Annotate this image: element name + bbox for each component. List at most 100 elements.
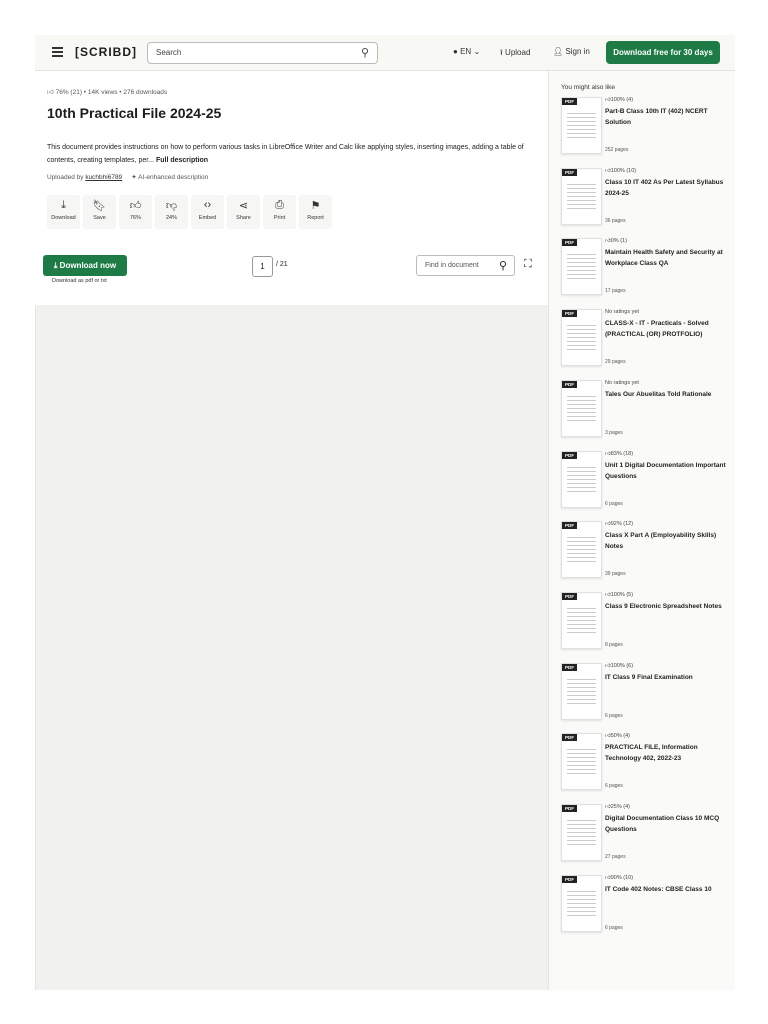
document-viewer[interactable] (35, 305, 549, 990)
recommended-document[interactable]: PDF No ratings yet Tales Our Abuelitas T… (561, 379, 736, 442)
document-title[interactable]: Digital Documentation Class 10 MCQ Quest… (605, 813, 730, 835)
action-bar: ⤓ Download 🔖︎ Save 👍︎ 76% 👎︎ 24% ‹› Embed ⋖ Share ⎙ P… (47, 195, 332, 229)
document-thumbnail[interactable]: PDF (561, 309, 602, 367)
upload-button[interactable]: ⭱ Upload (500, 47, 530, 61)
action-label: Print (273, 215, 286, 221)
pdf-badge: PDF (562, 239, 577, 247)
recommended-document[interactable]: PDF 👍︎90% (10) IT Code 402 Notes: CBSE C… (561, 874, 736, 937)
print-action-button[interactable]: ⎙ Print (263, 195, 296, 229)
sparkle-icon: ✦ (131, 174, 137, 181)
document-title[interactable]: Class 9 Electronic Spreadsheet Notes (605, 601, 730, 612)
document-thumbnail[interactable]: PDF (561, 733, 602, 791)
document-rating: 👍︎100% (5) (605, 592, 633, 598)
recommended-document[interactable]: PDF 👍︎100% (10) Class 10 IT 402 As Per L… (561, 167, 736, 230)
full-description-link[interactable]: Full description (156, 157, 208, 164)
document-rating: 👍︎0% (1) (605, 238, 627, 244)
recommended-document[interactable]: PDF 👍︎100% (6) IT Class 9 Final Examinat… (561, 662, 736, 725)
uploader-info: Uploaded by kuchbhi6789 ✦ AI-enhanced de… (47, 173, 208, 181)
document-title[interactable]: Class 10 IT 402 As Per Latest Syllabus 2… (605, 177, 730, 199)
document-thumbnail[interactable]: PDF (561, 167, 602, 225)
recommended-document[interactable]: PDF 👍︎0% (1) Maintain Health Safety and … (561, 238, 736, 300)
document-title[interactable]: Tales Our Abuelitas Told Rationale (605, 389, 730, 400)
thumbs-down-icon: 👎︎ (165, 200, 178, 212)
pdf-badge: PDF (562, 168, 577, 176)
document-title[interactable]: Part-B Class 10th IT (402) NCERT Solutio… (605, 106, 730, 128)
document-thumbnail[interactable]: PDF (561, 379, 602, 437)
rating-text: No ratings yet (605, 379, 639, 386)
hamburger-menu-icon[interactable] (52, 47, 63, 59)
recommended-document[interactable]: PDF 👍︎92% (12) Class X Part A (Employabi… (561, 521, 736, 583)
recommended-document[interactable]: PDF 👍︎25% (4) Digital Documentation Clas… (561, 804, 736, 866)
download-format-note: Download as pdf or txt (52, 278, 107, 284)
sign-in-button[interactable]: 👤︎ Sign in (553, 47, 590, 56)
document-title[interactable]: Unit 1 Digital Documentation Important Q… (605, 460, 730, 482)
rating-text: No ratings yet (605, 309, 639, 316)
document-rating: 👍︎92% (12) (605, 521, 633, 527)
download-free-button[interactable]: Download free for 30 days (606, 41, 720, 64)
document-thumbnail[interactable]: PDF (561, 97, 602, 154)
find-in-document-input[interactable]: Find in document ⚲ (416, 255, 515, 276)
language-selector[interactable]: ● EN ⌄ (453, 47, 480, 56)
rating-text: 100% (4) (610, 97, 634, 103)
fullscreen-icon[interactable]: ⛶ (524, 258, 532, 271)
recommended-document[interactable]: PDF No ratings yet CLASS-X - IT - Practi… (561, 309, 736, 371)
page-count: 3 pages (605, 429, 623, 436)
76-action-button[interactable]: 👍︎ 76% (119, 195, 152, 229)
document-rating: 👍︎100% (4) (605, 97, 633, 103)
document-thumbnail[interactable]: PDF (561, 662, 602, 720)
document-thumbnail[interactable]: PDF (561, 591, 602, 649)
document-thumbnail[interactable]: PDF (561, 521, 602, 579)
page-number-input[interactable]: 1 (252, 256, 273, 277)
download-now-button[interactable]: ⤓ Download now (43, 255, 127, 276)
uploaded-by-label: Uploaded by (47, 174, 84, 181)
document-thumbnail[interactable]: PDF (561, 804, 602, 861)
scribd-logo[interactable]: [SCRIBD] (75, 45, 137, 59)
recommended-document[interactable]: PDF 👍︎100% (4) Part-B Class 10th IT (402… (561, 97, 736, 159)
share-action-button[interactable]: ⋖ Share (227, 195, 260, 229)
search-icon[interactable]: ⚲ (361, 46, 369, 59)
page-count: 6 pages (605, 924, 623, 931)
embed-icon: ‹› (203, 199, 212, 211)
user-icon: 👤︎ (553, 47, 564, 56)
document-title[interactable]: PRACTICAL FILE, Information Technology 4… (605, 742, 730, 764)
document-title[interactable]: IT Code 402 Notes: CBSE Class 10 (605, 884, 730, 895)
download-icon: ⤓ (61, 199, 66, 211)
rating-text: 100% (10) (610, 167, 637, 174)
search-icon[interactable]: ⚲ (499, 259, 507, 272)
share-icon: ⋖ (238, 200, 249, 212)
report-action-button[interactable]: ⚑ Report (299, 195, 332, 229)
page-total: / 21 (276, 261, 288, 268)
document-title[interactable]: Maintain Health Safety and Security at W… (605, 247, 730, 269)
uploader-link[interactable]: kuchbhi6789 (85, 174, 122, 181)
document-thumbnail[interactable]: PDF (561, 450, 602, 508)
document-title[interactable]: IT Class 9 Final Examination (605, 672, 730, 683)
recommended-document[interactable]: PDF 👍︎83% (18) Unit 1 Digital Documentat… (561, 450, 736, 513)
24-action-button[interactable]: 👎︎ 24% (155, 195, 188, 229)
download-now-label: Download now (59, 261, 117, 270)
meta-text: 76% (21) • 14K views • 276 downloads (55, 89, 168, 96)
top-nav: [SCRIBD] Search ⚲ ● EN ⌄ ⭱ Upload 👤︎ Sign… (35, 35, 735, 71)
document-rating: No ratings yet (605, 309, 639, 315)
document-thumbnail[interactable]: PDF (561, 238, 602, 296)
sign-in-label: Sign in (565, 47, 590, 56)
upload-label: Upload (505, 48, 531, 57)
document-title[interactable]: Class X Part A (Employability Skills) No… (605, 530, 730, 552)
recommended-document[interactable]: PDF 👍︎100% (5) Class 9 Electronic Spread… (561, 591, 736, 654)
page-count: 6 pages (605, 783, 623, 790)
pdf-badge: PDF (562, 734, 577, 742)
download-action-button[interactable]: ⤓ Download (47, 195, 80, 229)
document-rating: No ratings yet (605, 380, 639, 386)
document-thumbnail[interactable]: PDF (561, 874, 602, 932)
page-count: 17 pages (605, 288, 626, 295)
save-action-button[interactable]: 🔖︎ Save (83, 195, 116, 229)
sidebar-heading: You might also like (561, 84, 615, 91)
embed-action-button[interactable]: ‹› Embed (191, 195, 224, 229)
page-count: 36 pages (605, 217, 626, 224)
rating-text: 0% (1) (610, 238, 627, 245)
search-input[interactable]: Search ⚲ (147, 42, 378, 64)
page-count: 8 pages (605, 641, 623, 648)
action-label: Save (93, 215, 106, 221)
recommended-document[interactable]: PDF 👍︎50% (4) PRACTICAL FILE, Informatio… (561, 733, 736, 795)
pdf-badge: PDF (562, 380, 577, 388)
document-title[interactable]: CLASS-X - IT - Practicals - Solved (PRAC… (605, 318, 730, 340)
